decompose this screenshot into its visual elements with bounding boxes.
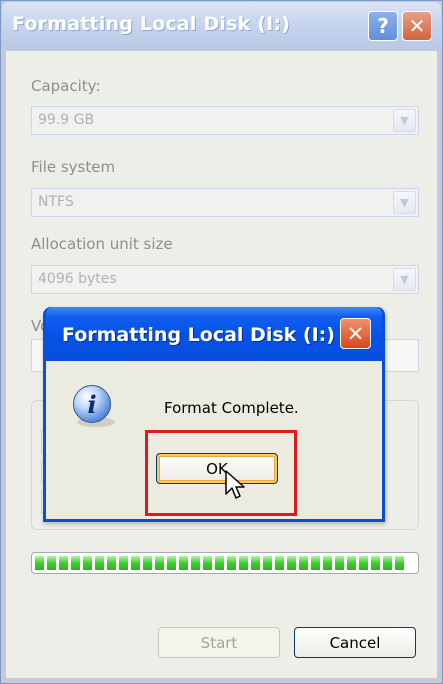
file-system-value: NTFS xyxy=(38,194,74,210)
start-button[interactable]: Start xyxy=(158,627,280,658)
allocation-unit-select[interactable]: 4096 bytes ▼ xyxy=(31,265,419,294)
progress-segment xyxy=(59,556,68,570)
progress-segment xyxy=(95,556,104,570)
progress-segment xyxy=(35,556,44,570)
cancel-button-label: Cancel xyxy=(329,633,381,652)
chevron-down-icon[interactable]: ▼ xyxy=(393,268,416,291)
progress-segment xyxy=(251,556,260,570)
progress-segment xyxy=(71,556,80,570)
progress-segment xyxy=(179,556,188,570)
progress-segment xyxy=(227,556,236,570)
progress-segment xyxy=(299,556,308,570)
info-icon: i xyxy=(73,385,111,423)
progress-segment xyxy=(347,556,356,570)
info-icon-glyph: i xyxy=(87,389,97,419)
progress-segment xyxy=(167,556,176,570)
progress-segment xyxy=(311,556,320,570)
allocation-unit-label: Allocation unit size xyxy=(31,235,173,253)
format-complete-dialog: Formatting Local Disk (I:) ✕ i Format Co… xyxy=(43,307,385,522)
progress-segment xyxy=(239,556,248,570)
dialog-title: Formatting Local Disk (I:) xyxy=(62,324,335,346)
cancel-button[interactable]: Cancel xyxy=(294,627,416,658)
mouse-cursor-icon xyxy=(225,470,245,499)
progress-segment xyxy=(395,556,404,570)
window-title: Formatting Local Disk (I:) xyxy=(12,13,291,35)
start-button-label: Start xyxy=(200,633,238,652)
progress-segment xyxy=(155,556,164,570)
close-icon: ✕ xyxy=(346,321,365,346)
capacity-select[interactable]: 99.9 GB ▼ xyxy=(31,106,419,135)
chevron-down-icon[interactable]: ▼ xyxy=(393,191,416,214)
help-icon: ? xyxy=(377,14,389,38)
progress-segment xyxy=(359,556,368,570)
progress-segment xyxy=(119,556,128,570)
help-button[interactable]: ? xyxy=(368,11,398,41)
chevron-down-icon[interactable]: ▼ xyxy=(393,109,416,132)
progress-segment xyxy=(383,556,392,570)
close-icon: ✕ xyxy=(408,14,426,38)
window-close-button[interactable]: ✕ xyxy=(402,11,432,41)
highlight-annotation xyxy=(145,430,297,516)
progress-segment xyxy=(263,556,272,570)
format-window-titlebar[interactable]: Formatting Local Disk (I:) ? ✕ xyxy=(2,2,441,50)
dialog-message: Format Complete. xyxy=(164,399,299,417)
progress-segment xyxy=(275,556,284,570)
progress-segment xyxy=(83,556,92,570)
progress-segment xyxy=(131,556,140,570)
progress-segment xyxy=(203,556,212,570)
capacity-label: Capacity: xyxy=(31,77,101,95)
progress-segment xyxy=(323,556,332,570)
progress-segment xyxy=(107,556,116,570)
progress-segment xyxy=(371,556,380,570)
progress-segment xyxy=(215,556,224,570)
progress-segment xyxy=(335,556,344,570)
file-system-select[interactable]: NTFS ▼ xyxy=(31,188,419,217)
progress-segment xyxy=(287,556,296,570)
dialog-close-button[interactable]: ✕ xyxy=(340,318,371,349)
format-progress-bar xyxy=(31,552,419,574)
progress-segment xyxy=(143,556,152,570)
progress-segment xyxy=(191,556,200,570)
capacity-value: 99.9 GB xyxy=(38,112,95,128)
allocation-unit-value: 4096 bytes xyxy=(38,271,117,287)
dialog-titlebar[interactable]: Formatting Local Disk (I:) ✕ xyxy=(46,307,382,361)
file-system-label: File system xyxy=(31,158,116,176)
progress-segment xyxy=(47,556,56,570)
